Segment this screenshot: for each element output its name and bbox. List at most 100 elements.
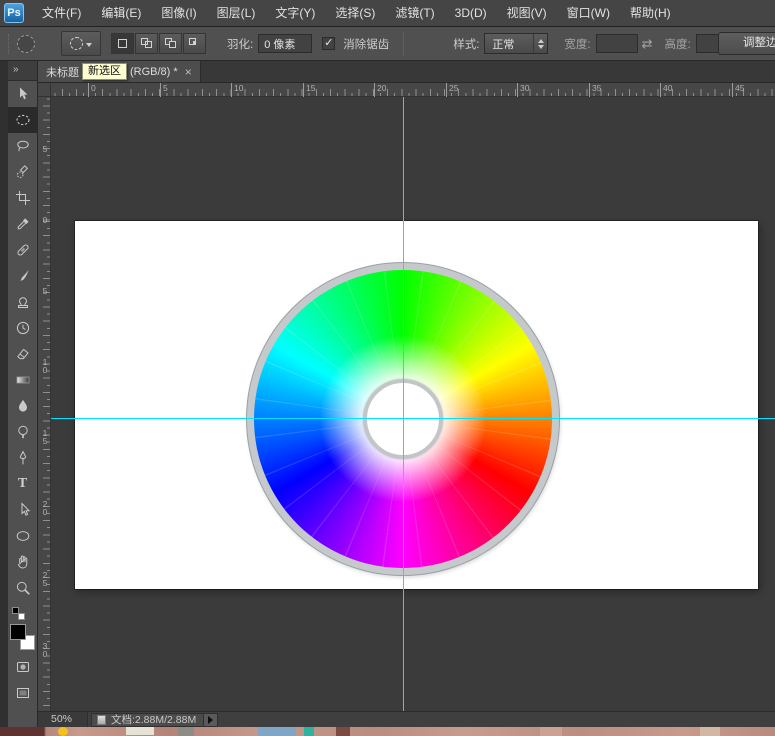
options-bar-grip[interactable] <box>8 34 11 54</box>
tool-zoom[interactable] <box>8 575 38 601</box>
tool-hand[interactable] <box>8 549 38 575</box>
ruler-row: 0 5 10 15 20 25 30 35 40 45 <box>38 83 775 97</box>
canvas-pasteboard[interactable] <box>51 97 775 711</box>
tool-type[interactable]: T <box>8 471 38 497</box>
taskbar-thumbnail <box>178 727 194 736</box>
menu-item-image[interactable]: 图像(I) <box>151 0 206 26</box>
tool-quick-selection[interactable] <box>8 159 38 185</box>
default-colors-icon[interactable] <box>12 607 25 620</box>
ruler-number: 25 <box>40 570 50 586</box>
crop-icon <box>15 190 31 206</box>
path-selection-icon <box>15 502 31 518</box>
tool-ellipse-marquee[interactable] <box>8 107 38 133</box>
type-tool-icon: T <box>18 477 27 491</box>
tools-panel: » <box>0 61 38 727</box>
screen-mode-button[interactable] <box>8 680 38 706</box>
guide-vertical[interactable] <box>403 97 404 711</box>
ruler-number: 0 <box>88 83 96 97</box>
screen-mode-icon <box>15 685 31 701</box>
quick-mask-button[interactable] <box>8 654 38 680</box>
document-info-pill: 文档:2.88M/2.88M <box>91 713 218 727</box>
menu-item-file[interactable]: 文件(F) <box>32 0 91 26</box>
document-size-text: 文档:2.88M/2.88M <box>111 712 196 727</box>
style-select[interactable]: 正常 <box>484 33 548 54</box>
taskbar-strip <box>0 727 775 736</box>
taskbar-thumbnail <box>258 727 296 736</box>
tool-preset-picker[interactable] <box>61 31 101 56</box>
tool-path-selection[interactable] <box>8 497 38 523</box>
taskbar-thumbnail <box>58 727 68 736</box>
toolbox-collapse-button[interactable]: » <box>8 61 37 81</box>
zoom-level-field[interactable]: 50% <box>38 712 88 727</box>
antialias-label: 消除锯齿 <box>343 36 389 52</box>
intersect-selection-button[interactable] <box>183 33 206 54</box>
ruler-number: 10 <box>231 83 243 97</box>
width-label: 宽度: <box>564 36 590 52</box>
new-selection-button[interactable] <box>111 33 134 54</box>
photoshop-window: Ps 文件(F) 编辑(E) 图像(I) 图层(L) 文字(Y) 选择(S) 滤… <box>0 0 775 736</box>
refine-edge-button[interactable]: 调整边缘 <box>718 32 775 55</box>
vertical-ruler[interactable]: 5 0 5 10 15 20 25 30 <box>38 97 51 711</box>
document-canvas[interactable] <box>75 221 758 589</box>
tool-brush[interactable] <box>8 263 38 289</box>
tool-dodge[interactable] <box>8 419 38 445</box>
guide-horizontal[interactable] <box>51 418 775 419</box>
intersect-selection-icon <box>189 38 201 49</box>
tool-blur[interactable] <box>8 393 38 419</box>
horizontal-ruler[interactable]: 0 5 10 15 20 25 30 35 40 45 <box>51 83 775 97</box>
ruler-number: 35 <box>589 83 601 97</box>
tool-eraser[interactable] <box>8 341 38 367</box>
pen-icon <box>15 450 31 466</box>
brush-icon <box>15 268 31 284</box>
subtract-from-selection-button[interactable] <box>159 33 182 54</box>
add-selection-icon <box>141 38 153 49</box>
options-bar: 羽化: 消除锯齿 样式: 正常 宽度: ⇄ 高度: 调整边缘 <box>0 27 775 61</box>
close-tab-icon[interactable]: × <box>185 65 192 79</box>
ellipse-marquee-icon <box>70 37 83 50</box>
tool-ellipse-shape[interactable] <box>8 523 38 549</box>
height-label: 高度: <box>665 36 691 52</box>
ruler-number: 20 <box>374 83 386 97</box>
quick-selection-icon <box>15 164 31 180</box>
foreground-background-swatches[interactable] <box>10 624 35 650</box>
menu-item-type[interactable]: 文字(Y) <box>265 0 325 26</box>
width-input[interactable] <box>596 34 638 53</box>
tool-hint-tooltip: 新选区 <box>82 63 127 80</box>
menu-item-filter[interactable]: 滤镜(T) <box>385 0 444 26</box>
ruler-number: 45 <box>732 83 744 97</box>
ruler-corner[interactable] <box>38 83 51 97</box>
tool-history-brush[interactable] <box>8 315 38 341</box>
zoom-icon <box>15 580 31 596</box>
tool-lasso[interactable] <box>8 133 38 159</box>
ellipse-shape-icon <box>15 528 31 544</box>
status-menu-arrow[interactable] <box>203 714 217 726</box>
tool-move[interactable] <box>8 81 38 107</box>
menu-item-3d[interactable]: 3D(D) <box>445 0 497 26</box>
menu-item-layer[interactable]: 图层(L) <box>207 0 266 26</box>
feather-label: 羽化: <box>227 36 253 52</box>
menu-item-help[interactable]: 帮助(H) <box>620 0 681 26</box>
current-tool-icon <box>17 35 35 53</box>
tool-clone-stamp[interactable] <box>8 289 38 315</box>
document-tab[interactable]: 未标题 新选区 (RGB/8) * × <box>38 61 201 82</box>
menu-item-select[interactable]: 选择(S) <box>325 0 385 26</box>
menu-item-window[interactable]: 窗口(W) <box>557 0 620 26</box>
tool-eyedropper[interactable] <box>8 211 38 237</box>
feather-input[interactable] <box>258 34 312 53</box>
app-logo[interactable]: Ps <box>4 3 24 23</box>
add-to-selection-button[interactable] <box>135 33 158 54</box>
new-selection-icon <box>118 39 127 48</box>
ruler-number: 15 <box>40 428 50 444</box>
ruler-number: 15 <box>303 83 315 97</box>
taskbar-thumbnail <box>700 727 720 736</box>
antialias-checkbox[interactable] <box>322 37 335 50</box>
tool-spot-healing-brush[interactable] <box>8 237 38 263</box>
tool-gradient[interactable] <box>8 367 38 393</box>
swap-width-height-icon[interactable]: ⇄ <box>642 36 653 52</box>
foreground-color-swatch[interactable] <box>10 624 26 640</box>
tool-crop[interactable] <box>8 185 38 211</box>
menu-item-view[interactable]: 视图(V) <box>497 0 557 26</box>
ruler-number: 0 <box>40 215 50 223</box>
menu-item-edit[interactable]: 编辑(E) <box>91 0 151 26</box>
tool-pen[interactable] <box>8 445 38 471</box>
